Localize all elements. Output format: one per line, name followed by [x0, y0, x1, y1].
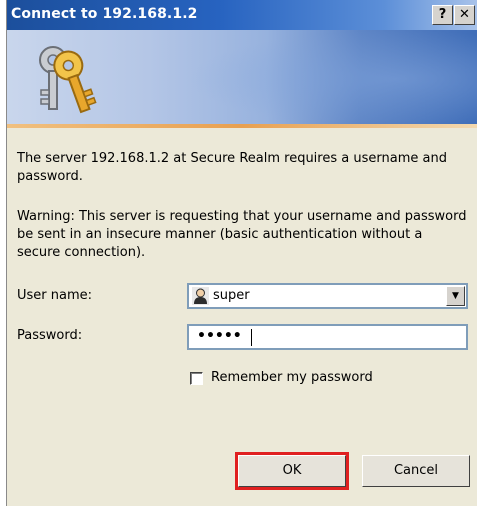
- login-dialog: Connect to 192.168.1.2 ? ✕ The server 19…: [6, 0, 477, 506]
- dialog-banner: [7, 30, 477, 128]
- ok-button[interactable]: OK: [235, 452, 349, 490]
- close-button[interactable]: ✕: [454, 5, 475, 25]
- text-caret: [251, 329, 252, 346]
- window-title: Connect to 192.168.1.2: [11, 6, 198, 22]
- password-field[interactable]: •••••: [187, 324, 468, 350]
- user-icon: [192, 287, 209, 305]
- server-message: The server 192.168.1.2 at Secure Realm r…: [17, 151, 447, 184]
- username-value: super: [213, 288, 250, 303]
- username-label: User name:: [17, 288, 93, 303]
- password-label: Password:: [17, 328, 83, 343]
- keys-icon: [39, 46, 97, 114]
- remember-password-checkbox[interactable]: [190, 372, 203, 385]
- banner-glow: [187, 30, 477, 128]
- cancel-button[interactable]: Cancel: [362, 455, 470, 487]
- password-value: •••••: [197, 328, 242, 344]
- chevron-down-icon[interactable]: ▼: [446, 286, 465, 306]
- security-warning: Warning: This server is requesting that …: [17, 209, 467, 260]
- remember-password-label[interactable]: Remember my password: [211, 370, 373, 385]
- banner-divider: [7, 124, 477, 128]
- title-bar[interactable]: Connect to 192.168.1.2 ? ✕: [7, 0, 477, 30]
- help-button[interactable]: ?: [432, 5, 453, 25]
- username-combobox[interactable]: super ▼: [187, 283, 468, 309]
